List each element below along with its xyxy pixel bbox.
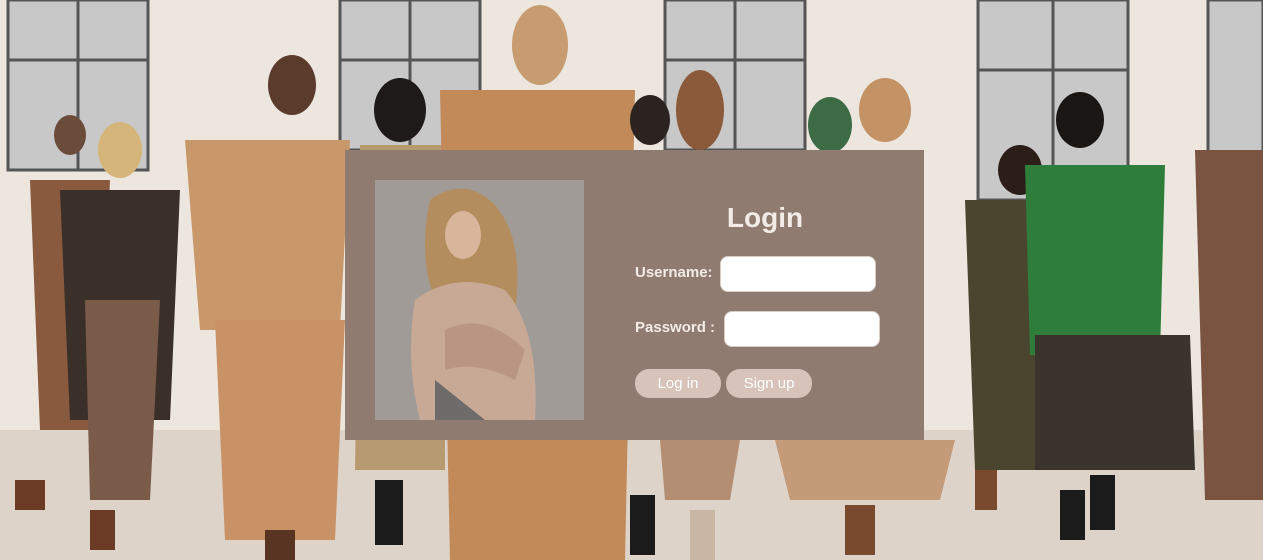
signup-button[interactable]: Sign up [726, 369, 812, 398]
login-button[interactable]: Log in [635, 369, 721, 398]
username-input[interactable] [720, 256, 876, 292]
password-label: Password : [635, 319, 716, 336]
login-title: Login [726, 202, 804, 233]
model-photo [375, 180, 584, 420]
username-label: Username: [635, 264, 713, 281]
login-panel: Login Username: Password : Log in Sign u… [345, 150, 924, 440]
password-input[interactable] [724, 311, 880, 347]
